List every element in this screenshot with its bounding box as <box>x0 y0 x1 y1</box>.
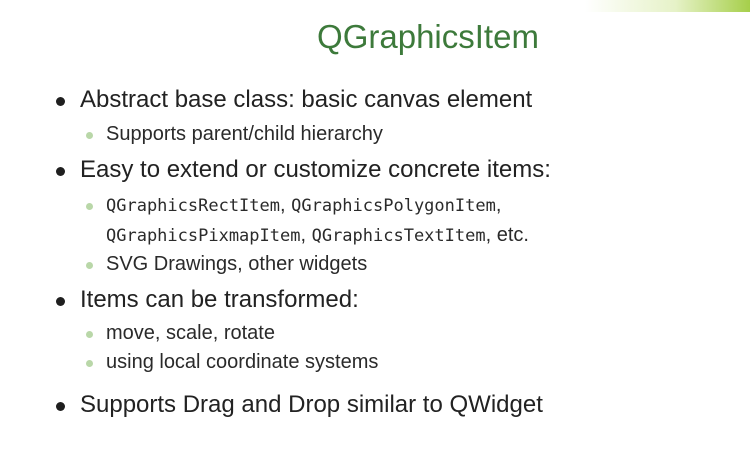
bullet-text: QGraphicsRectItem, QGraphicsPolygonItem, <box>106 194 501 217</box>
trailing-text: , etc. <box>485 224 529 246</box>
bullet-dot-icon <box>56 297 65 306</box>
separator: , <box>495 194 502 216</box>
code-qgraphicspixmapitem: QGraphicsPixmapItem <box>106 226 301 246</box>
bullet-text: Items can be transformed: <box>80 286 359 313</box>
slide-top-accent-bar <box>0 0 750 12</box>
slide-title: QGraphicsItem <box>317 18 539 55</box>
bullet-text: move, scale, rotate <box>106 322 275 344</box>
code-qgraphicstextitem: QGraphicsTextItem <box>311 226 486 246</box>
sub-bullet-dot-icon <box>86 331 93 338</box>
bullet-text: SVG Drawings, other widgets <box>106 253 368 275</box>
bullet-text: Supports parent/child hierarchy <box>106 123 383 145</box>
bullet-dot-icon <box>56 167 65 176</box>
bullet-text: Abstract base class: basic canvas elemen… <box>80 86 533 113</box>
bullet-text: Supports Drag and Drop similar to QWidge… <box>80 391 543 418</box>
separator: , <box>280 194 292 216</box>
code-qgraphicspolygonitem: QGraphicsPolygonItem <box>291 196 496 216</box>
sub-bullet-dot-icon <box>86 262 93 269</box>
bullet-text: QGraphicsPixmapItem, QGraphicsTextItem, … <box>106 224 529 247</box>
sub-bullet-dot-icon <box>86 360 93 367</box>
bullet-text: Easy to extend or customize concrete ite… <box>80 156 551 183</box>
sub-bullet-dot-icon <box>86 132 93 139</box>
bullet-text: using local coordinate systems <box>106 351 379 373</box>
bullet-dot-icon <box>56 402 65 411</box>
sub-bullet-dot-icon <box>86 203 93 210</box>
separator: , <box>300 224 312 246</box>
code-qgraphicsrectitem: QGraphicsRectItem <box>106 196 280 216</box>
bullet-dot-icon <box>56 97 65 106</box>
